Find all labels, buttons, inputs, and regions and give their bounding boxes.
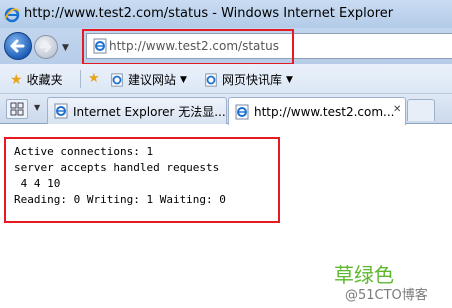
ie-logo-icon bbox=[4, 7, 20, 23]
quick-tabs-button[interactable] bbox=[6, 99, 28, 119]
favorites-label: 收藏夹 bbox=[26, 73, 63, 87]
title-bar: http://www.test2.com/status - Windows In… bbox=[0, 0, 452, 28]
ie-page-icon bbox=[54, 103, 68, 119]
favorites-item-web-slice-gallery[interactable]: 网页快讯库 ▼ bbox=[204, 71, 293, 88]
tab-list-dropdown[interactable]: ▼ bbox=[34, 103, 40, 112]
status-line-connections: Active connections: 1 bbox=[14, 145, 154, 158]
recent-pages-dropdown[interactable]: ▼ bbox=[62, 43, 69, 53]
ie-page-icon bbox=[111, 72, 123, 87]
favorites-item-suggested-sites[interactable]: 建议网站 ▼ bbox=[110, 71, 187, 88]
watermark-blog: @51CTO博客 bbox=[345, 288, 428, 303]
ie-page-icon bbox=[235, 104, 249, 119]
favorites-button[interactable]: ★ 收藏夹 bbox=[10, 71, 63, 88]
ie-page-icon bbox=[205, 72, 217, 87]
divider bbox=[80, 70, 81, 88]
status-line-header: server accepts handled requests bbox=[14, 161, 220, 174]
chevron-down-icon: ▼ bbox=[180, 74, 187, 85]
tab-label: http://www.test2.com... bbox=[254, 104, 395, 119]
back-button[interactable] bbox=[4, 32, 32, 60]
tab-label: Internet Explorer 无法显... bbox=[73, 104, 226, 119]
tab-bar: ▼ Internet Explorer 无法显... http://www.te… bbox=[0, 94, 452, 125]
window-title: http://www.test2.com/status - Windows In… bbox=[24, 6, 394, 21]
favorites-item-label: 网页快讯库 bbox=[222, 73, 283, 87]
add-favorite-icon: ★ bbox=[88, 71, 100, 86]
grid-icon bbox=[10, 102, 24, 116]
add-favorite-button[interactable]: ★ bbox=[88, 71, 100, 86]
tab-ie-error[interactable]: Internet Explorer 无法显... bbox=[47, 97, 227, 124]
forward-button[interactable] bbox=[34, 35, 58, 59]
new-tab-button[interactable] bbox=[407, 99, 435, 121]
star-icon: ★ bbox=[10, 71, 23, 88]
arrow-right-icon bbox=[39, 41, 52, 53]
favorites-bar: ★ 收藏夹 ★ 建议网站 ▼ 网页快讯库 ▼ bbox=[0, 64, 452, 94]
status-line-counts: 4 4 10 bbox=[14, 177, 61, 190]
address-highlight-box bbox=[82, 29, 294, 65]
favorites-item-label: 建议网站 bbox=[128, 73, 177, 87]
status-line-states: Reading: 0 Writing: 1 Waiting: 0 bbox=[14, 193, 226, 206]
tab-status[interactable]: http://www.test2.com... bbox=[228, 97, 406, 125]
arrow-left-icon bbox=[10, 39, 25, 53]
close-icon[interactable]: ✕ bbox=[393, 104, 401, 115]
chevron-down-icon: ▼ bbox=[286, 74, 293, 85]
